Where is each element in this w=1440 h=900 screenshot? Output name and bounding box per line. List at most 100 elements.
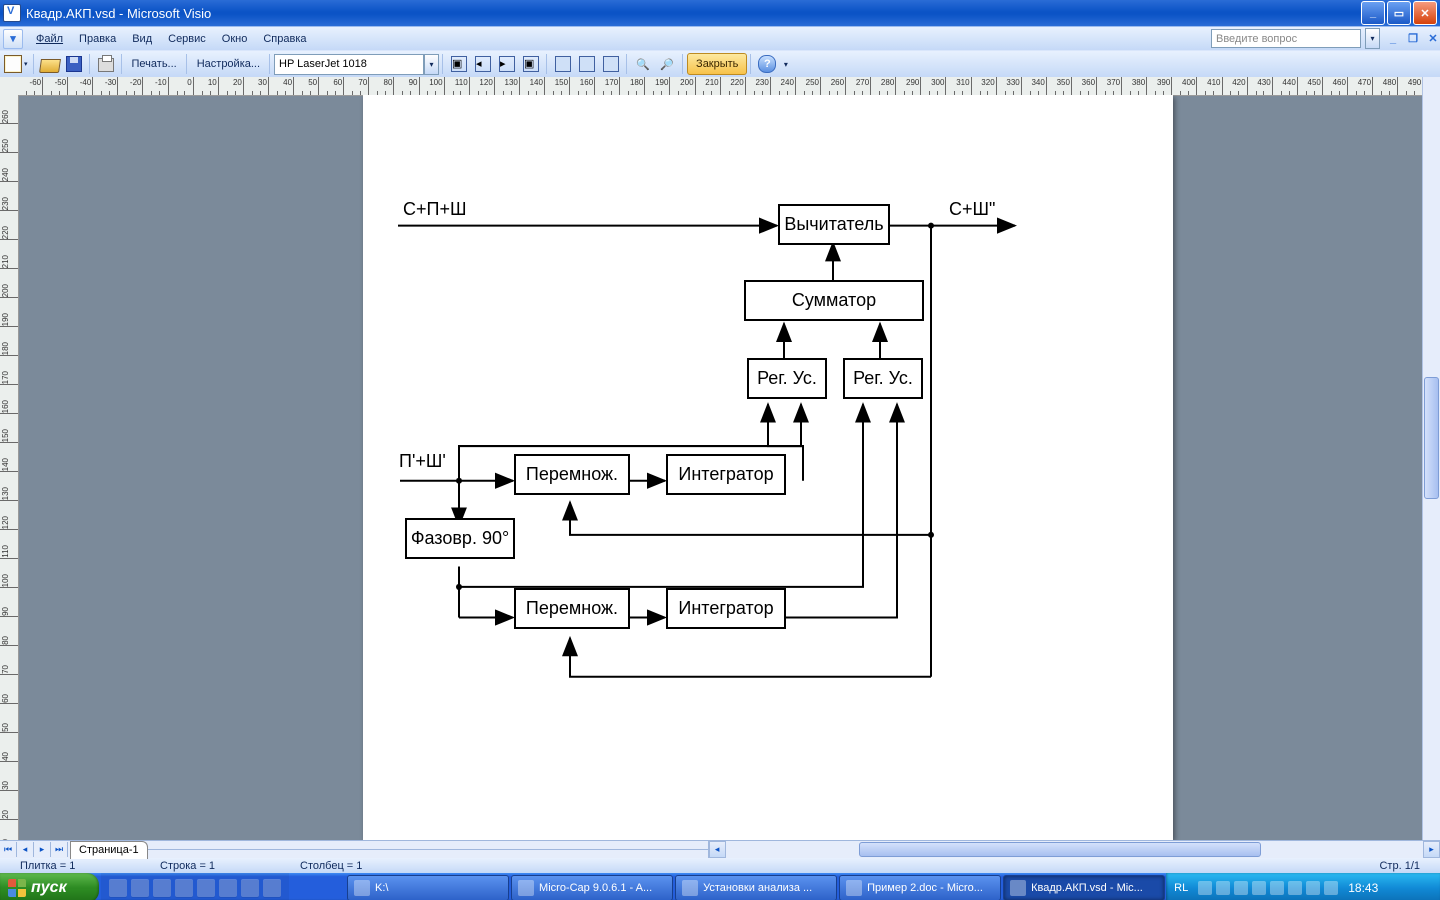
first-page-button[interactable]: ▣: [448, 53, 470, 75]
tray-volume-icon[interactable]: [1288, 881, 1302, 895]
ql-explorer-icon[interactable]: [153, 879, 171, 897]
task-kvadr[interactable]: Квадр.АКП.vsd - Mic...: [1003, 875, 1165, 900]
ask-question-box[interactable]: Введите вопрос: [1211, 29, 1361, 48]
ql-app5-icon[interactable]: [263, 879, 281, 897]
close-preview-button[interactable]: Закрыть: [687, 53, 747, 75]
label-in-mid: П'+Ш': [399, 451, 446, 472]
block-multiplier2[interactable]: Перемнож.: [514, 588, 630, 629]
tray-icon[interactable]: [1252, 881, 1266, 895]
mdi-minimize-button[interactable]: _: [1386, 32, 1400, 46]
print-icon-button[interactable]: [95, 53, 117, 75]
tray-icon[interactable]: [1306, 881, 1320, 895]
block-integrator2[interactable]: Интегратор: [666, 588, 786, 629]
vertical-ruler: 2602502402302202102001901801701601501401…: [0, 95, 19, 840]
ql-ie-icon[interactable]: [131, 879, 149, 897]
maximize-button[interactable]: ▭: [1387, 1, 1411, 25]
prev-page-button[interactable]: ◂: [472, 53, 494, 75]
status-col: Столбец = 1: [300, 860, 440, 872]
label-in-top: С+П+Ш: [403, 199, 466, 220]
menu-edit[interactable]: Правка: [71, 31, 124, 47]
printer-dropdown[interactable]: ▾: [424, 54, 439, 75]
ql-app1-icon[interactable]: [175, 879, 193, 897]
status-row: Строка = 1: [160, 860, 300, 872]
quick-launch: [101, 873, 289, 900]
hscroll-right[interactable]: ▸: [1423, 841, 1440, 858]
block-subtractor[interactable]: Вычитатель: [778, 204, 890, 245]
tab-nav-prev[interactable]: ◂: [17, 842, 34, 857]
single-page-button[interactable]: [552, 53, 574, 75]
window-title: Квадр.АКП.vsd - Microsoft Visio: [26, 6, 211, 21]
open-button[interactable]: [39, 53, 61, 75]
language-indicator[interactable]: RL: [1174, 882, 1188, 894]
block-regamp1[interactable]: Рег. Ус.: [747, 358, 827, 399]
system-tray[interactable]: RL 18:43: [1166, 873, 1440, 900]
windows-logo-icon: [8, 879, 26, 897]
block-summator[interactable]: Сумматор: [744, 280, 924, 321]
status-page: Стр. 1/1: [1379, 860, 1420, 872]
workspace: -60-50-40-30-20-100102030405060708090100…: [0, 77, 1440, 840]
menu-help[interactable]: Справка: [255, 31, 314, 47]
taskbar: пуск K:\ Micro-Cap 9.0.6.1 - A... Устано…: [0, 873, 1440, 900]
close-button[interactable]: ✕: [1413, 1, 1437, 25]
toolbar-options-dropdown[interactable]: ▾: [779, 55, 792, 74]
setup-button[interactable]: Настройка...: [191, 53, 266, 75]
tray-icon[interactable]: [1324, 881, 1338, 895]
printer-combo[interactable]: HP LaserJet 1018: [274, 54, 424, 75]
app-icon: [3, 4, 21, 22]
block-integrator1[interactable]: Интегратор: [666, 454, 786, 495]
hscroll-left[interactable]: ◂: [709, 841, 726, 858]
mdi-close-button[interactable]: ✕: [1426, 32, 1440, 46]
zoom-in-button[interactable]: 🔍: [632, 53, 654, 75]
zoom-out-button[interactable]: 🔎: [656, 53, 678, 75]
save-button[interactable]: [63, 53, 85, 75]
mdi-restore-button[interactable]: ❐: [1406, 32, 1420, 46]
menu-file[interactable]: Файл: [28, 31, 71, 47]
ask-question-dropdown[interactable]: ▾: [1365, 28, 1380, 49]
hscroll-thumb[interactable]: [859, 842, 1261, 857]
tab-nav-next[interactable]: ▸: [34, 842, 51, 857]
ql-app2-icon[interactable]: [197, 879, 215, 897]
tray-icon[interactable]: [1198, 881, 1212, 895]
task-microcap[interactable]: Micro-Cap 9.0.6.1 - A...: [511, 875, 673, 900]
drawing-page[interactable]: С+П+Ш С+Ш" П'+Ш' Вычитатель Сумматор Рег…: [363, 95, 1173, 840]
horizontal-scrollbar[interactable]: ◂ ▸: [708, 841, 1440, 858]
tab-nav-last[interactable]: ⏭: [51, 842, 68, 857]
multi-page-button[interactable]: [600, 53, 622, 75]
last-page-button[interactable]: ▣: [520, 53, 542, 75]
vertical-scrollbar[interactable]: [1422, 77, 1440, 840]
page-tab-1[interactable]: Страница-1: [70, 841, 148, 859]
ql-desktop-icon[interactable]: [109, 879, 127, 897]
block-phase-shifter[interactable]: Фазовр. 90°: [405, 518, 515, 559]
tray-clock[interactable]: 18:43: [1348, 881, 1378, 895]
tray-icon[interactable]: [1234, 881, 1248, 895]
start-button[interactable]: пуск: [0, 873, 99, 900]
task-ustanovki[interactable]: Установки анализа ...: [675, 875, 837, 900]
next-page-button[interactable]: ▸: [496, 53, 518, 75]
system-menu-icon[interactable]: ▾: [3, 29, 23, 49]
help-button[interactable]: ?: [756, 53, 778, 75]
ql-app4-icon[interactable]: [241, 879, 259, 897]
block-multiplier1[interactable]: Перемнож.: [514, 454, 630, 495]
menu-window[interactable]: Окно: [214, 31, 256, 47]
status-bar: Плитка = 1 Строка = 1 Столбец = 1 Стр. 1…: [0, 858, 1440, 873]
block-regamp2[interactable]: Рег. Ус.: [843, 358, 923, 399]
ql-app3-icon[interactable]: [219, 879, 237, 897]
canvas[interactable]: С+П+Ш С+Ш" П'+Ш' Вычитатель Сумматор Рег…: [18, 95, 1423, 840]
titlebar: Квадр.АКП.vsd - Microsoft Visio _ ▭ ✕: [0, 0, 1440, 26]
tray-icon[interactable]: [1216, 881, 1230, 895]
vertical-scroll-thumb[interactable]: [1424, 377, 1439, 499]
task-k-drive[interactable]: K:\: [347, 875, 509, 900]
tab-nav-first[interactable]: ⏮: [0, 842, 17, 857]
tray-icon[interactable]: [1270, 881, 1284, 895]
status-tile: Плитка = 1: [20, 860, 160, 872]
two-page-button[interactable]: [576, 53, 598, 75]
menu-view[interactable]: Вид: [124, 31, 160, 47]
minimize-button[interactable]: _: [1361, 1, 1385, 25]
page-tab-strip: ⏮ ◂ ▸ ⏭ Страница-1 ◂ ▸: [0, 840, 1440, 858]
ruler-corner: [0, 77, 19, 96]
menu-service[interactable]: Сервис: [160, 31, 214, 47]
print-label-button[interactable]: Печать...: [126, 53, 183, 75]
new-document-button[interactable]: ▾: [2, 53, 30, 75]
label-out-top: С+Ш": [949, 199, 995, 220]
task-primer[interactable]: Пример 2.doc - Micro...: [839, 875, 1001, 900]
